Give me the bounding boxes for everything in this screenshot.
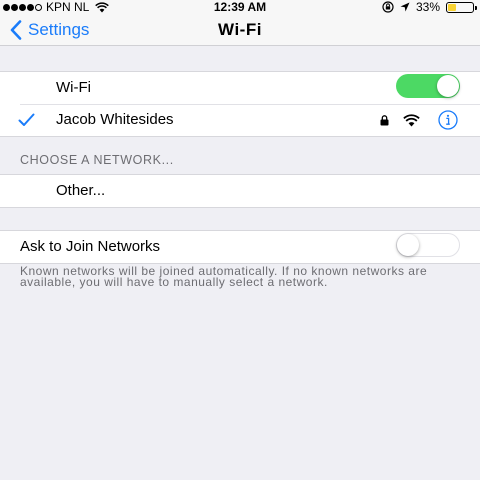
- wifi-settings-group: Wi-Fi Jacob Whitesides: [0, 71, 480, 137]
- info-icon[interactable]: [434, 110, 462, 130]
- status-bar: KPN NL 12:39 AM 33%: [0, 0, 480, 14]
- navigation-bar: Wi-Fi Settings: [0, 14, 480, 46]
- toggle-knob: [437, 75, 459, 97]
- lock-rotation-icon: [382, 1, 394, 13]
- ask-to-join-group: Ask to Join Networks: [0, 230, 480, 264]
- ask-to-join-row: Ask to Join Networks: [0, 231, 480, 263]
- back-button-label: Settings: [28, 20, 90, 39]
- battery-percentage: 33%: [415, 0, 440, 14]
- ask-to-join-label: Ask to Join Networks: [20, 238, 161, 255]
- other-network-label: Other...: [56, 182, 106, 199]
- location-arrow-icon: [400, 2, 410, 12]
- battery-level-fill: [448, 3, 456, 11]
- network-list-group: Other...: [0, 174, 480, 208]
- wifi-label: Wi-Fi: [56, 79, 91, 96]
- chevron-left-icon: [10, 20, 22, 40]
- other-network-row[interactable]: Other...: [0, 175, 480, 207]
- wifi-signal-icon: [403, 113, 420, 127]
- connected-network-row[interactable]: Jacob Whitesides: [0, 104, 480, 136]
- battery-icon: [446, 1, 477, 13]
- ask-to-join-footer: Known networks will be joined automatica…: [20, 264, 428, 289]
- choose-network-header: CHOOSE A NETWORK...: [20, 153, 174, 167]
- back-button[interactable]: Settings: [10, 17, 89, 43]
- wifi-toggle-row: Wi-Fi: [0, 72, 480, 104]
- network-status-icons: [380, 104, 462, 136]
- lock-icon: [380, 114, 389, 126]
- status-right: 33%: [382, 0, 477, 14]
- checkmark-icon: [18, 113, 35, 126]
- connected-network-name: Jacob Whitesides: [56, 111, 174, 128]
- ask-to-join-toggle[interactable]: [396, 233, 460, 257]
- wifi-toggle[interactable]: [396, 74, 460, 98]
- toggle-knob: [397, 234, 419, 256]
